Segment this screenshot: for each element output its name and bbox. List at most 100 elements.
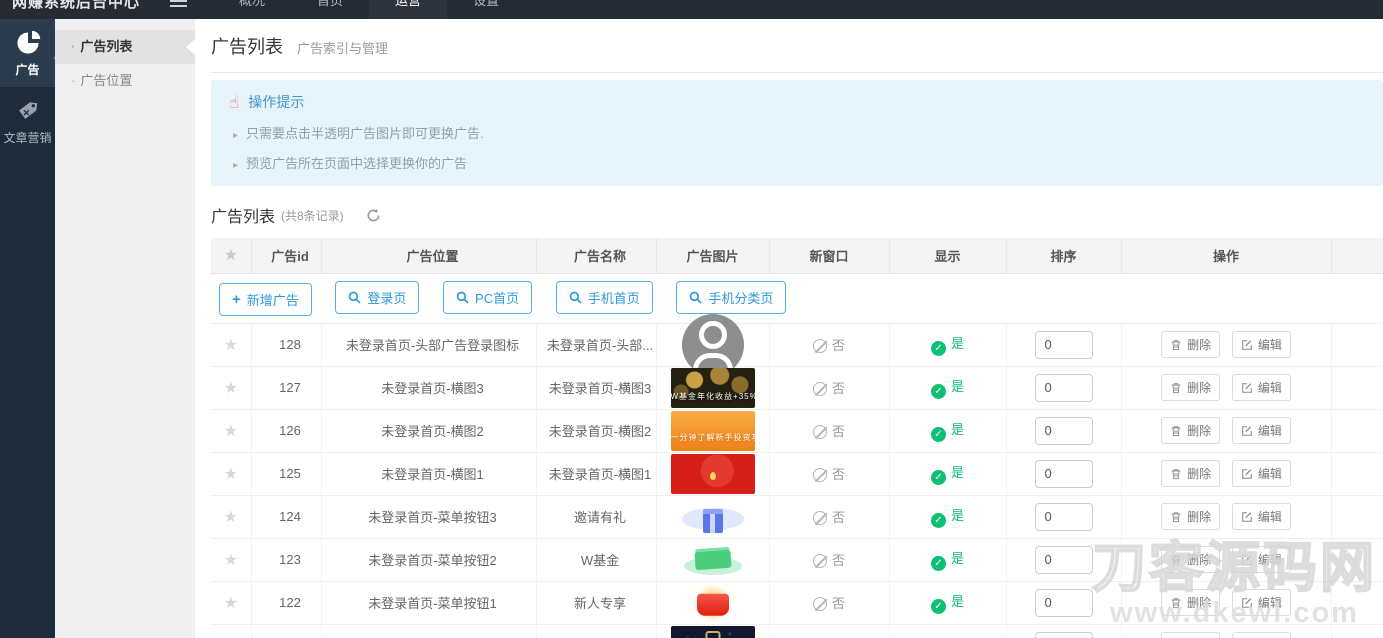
filter-pc-home-button[interactable]: PC首页: [443, 280, 533, 314]
edit-button[interactable]: 编辑: [1231, 331, 1291, 358]
edit-pencil-icon: [1242, 339, 1252, 350]
sidebar-item-label: 广告列表: [80, 39, 133, 54]
ad-image-thumbnail[interactable]: 一分钟了解新手投资攻略: [670, 410, 755, 451]
sort-input[interactable]: [1034, 502, 1093, 531]
ad-image-thumbnail[interactable]: 安全 简单 创新: [670, 625, 755, 638]
no-circle-slash-icon: [812, 468, 827, 482]
delete-label: 删除: [1187, 553, 1212, 567]
delete-button[interactable]: 删除: [1161, 589, 1221, 616]
add-ad-label: 新增广告: [246, 292, 299, 308]
sort-input[interactable]: [1034, 330, 1093, 359]
show-value: 是: [950, 379, 964, 394]
no-circle-slash-icon: [812, 339, 827, 353]
favorite-star-icon[interactable]: ★: [224, 595, 238, 612]
sort-input[interactable]: [1034, 459, 1093, 488]
favorite-star-icon[interactable]: ★: [224, 337, 238, 354]
delete-button[interactable]: 删除: [1161, 632, 1221, 638]
favorite-star-icon[interactable]: ★: [224, 380, 238, 397]
favorite-star-icon[interactable]: ★: [224, 466, 238, 483]
topnav-item-1[interactable]: 概况: [213, 0, 291, 19]
favorite-star-icon[interactable]: ★: [224, 552, 238, 569]
trash-icon: [1171, 382, 1181, 393]
ad-id: 126: [279, 423, 301, 438]
search-icon: [456, 291, 469, 304]
sort-input[interactable]: [1034, 416, 1093, 445]
sidebar-module-article-marketing[interactable]: 文章营销: [0, 87, 55, 155]
refresh-icon[interactable]: [366, 208, 381, 223]
ad-position: 未登录首页-横图1: [381, 467, 484, 482]
check-circle-icon: ✓: [930, 384, 946, 399]
edit-pencil-icon: [1242, 468, 1252, 479]
delete-button[interactable]: 删除: [1161, 460, 1221, 487]
edit-button[interactable]: 编辑: [1231, 546, 1291, 573]
check-circle-icon: ✓: [930, 427, 946, 442]
delete-button[interactable]: 删除: [1161, 546, 1221, 573]
edit-button[interactable]: 编辑: [1231, 589, 1291, 616]
ad-image-thumbnail[interactable]: [670, 453, 755, 494]
ad-id: 125: [279, 466, 301, 481]
ad-image-thumbnail[interactable]: [671, 583, 755, 623]
ad-position: 未登录首页-横图3: [381, 381, 484, 396]
edit-button[interactable]: 编辑: [1231, 460, 1291, 487]
header-ad-name: 广告名称: [536, 238, 657, 274]
pie-chart-icon: [16, 30, 40, 54]
delete-button[interactable]: 删除: [1161, 374, 1221, 401]
sort-input[interactable]: [1034, 373, 1093, 402]
edit-label: 编辑: [1257, 424, 1282, 438]
edit-label: 编辑: [1257, 338, 1282, 352]
header-ad-image: 广告图片: [656, 238, 770, 274]
sort-input[interactable]: [1034, 545, 1093, 574]
sidebar-item-ad-list[interactable]: · 广告列表: [55, 30, 195, 64]
sort-input[interactable]: [1034, 588, 1093, 617]
divider: [211, 72, 1383, 73]
sub-sidebar: · 广告列表 · 广告位置: [54, 19, 195, 638]
ad-position: 未登录首页-头部广告登录图标: [345, 338, 520, 353]
delete-button[interactable]: 删除: [1161, 503, 1221, 530]
header-ad-position: 广告位置: [321, 238, 537, 274]
topnav-item-3[interactable]: 运营: [369, 0, 448, 19]
ad-name: 未登录首页-头部...: [546, 338, 654, 353]
favorite-star-icon[interactable]: ★: [224, 509, 238, 526]
filter-mobile-home-button[interactable]: 手机首页: [555, 280, 653, 314]
menu-toggle-icon[interactable]: [170, 0, 188, 7]
edit-label: 编辑: [1257, 510, 1282, 524]
show-value: 是: [950, 594, 964, 609]
edit-button[interactable]: 编辑: [1231, 374, 1291, 401]
filter-login-page-button[interactable]: 登录页: [335, 280, 420, 314]
delete-button[interactable]: 删除: [1161, 417, 1221, 444]
ad-image-thumbnail[interactable]: W基金年化收益+35%: [670, 367, 755, 408]
ad-name: 未登录首页-横图1: [548, 467, 652, 482]
ad-image-thumbnail[interactable]: [671, 325, 755, 365]
new-window-value: 否: [831, 596, 845, 611]
sidebar-item-ad-position[interactable]: · 广告位置: [55, 64, 195, 98]
edit-pencil-icon: [1242, 511, 1252, 522]
new-window-value: 否: [831, 467, 845, 482]
edit-button[interactable]: 编辑: [1231, 503, 1291, 530]
show-value: 是: [950, 336, 964, 351]
sort-input[interactable]: [1034, 631, 1093, 638]
edit-button[interactable]: 编辑: [1231, 632, 1291, 638]
edit-button[interactable]: 编辑: [1231, 417, 1291, 444]
filter-label: 手机分类页: [708, 290, 774, 306]
edit-label: 编辑: [1257, 596, 1282, 610]
ad-id: 127: [279, 380, 301, 395]
ad-image-thumbnail[interactable]: [671, 497, 755, 537]
trash-icon: [1171, 554, 1181, 565]
ad-image-thumbnail[interactable]: [671, 540, 755, 580]
edit-label: 编辑: [1257, 467, 1282, 481]
header-ad-id: 广告id: [251, 238, 322, 274]
trash-icon: [1171, 511, 1181, 522]
delete-button[interactable]: 删除: [1161, 331, 1221, 358]
table-row: ★ 127 未登录首页-横图3 未登录首页-横图3 W基金年化收益+35% 否 …: [211, 366, 1383, 410]
favorite-star-icon[interactable]: ★: [224, 423, 238, 440]
ads-table: ★ 广告id 广告位置 广告名称 广告图片 新窗口 显示 排序 操作 + 新增广…: [211, 238, 1383, 638]
topnav-item-4[interactable]: 设置: [447, 0, 525, 19]
ad-position: 未登录首页-菜单按钮2: [368, 553, 497, 568]
topnav-item-2[interactable]: 首页: [291, 0, 369, 19]
add-ad-button[interactable]: + 新增广告: [219, 282, 312, 316]
delete-label: 删除: [1187, 381, 1212, 395]
header-empty: [1331, 238, 1383, 274]
new-window-value: 否: [831, 381, 845, 396]
ad-image-caption: W基金年化收益+35%: [670, 391, 755, 401]
filter-mobile-category-button[interactable]: 手机分类页: [676, 280, 787, 314]
